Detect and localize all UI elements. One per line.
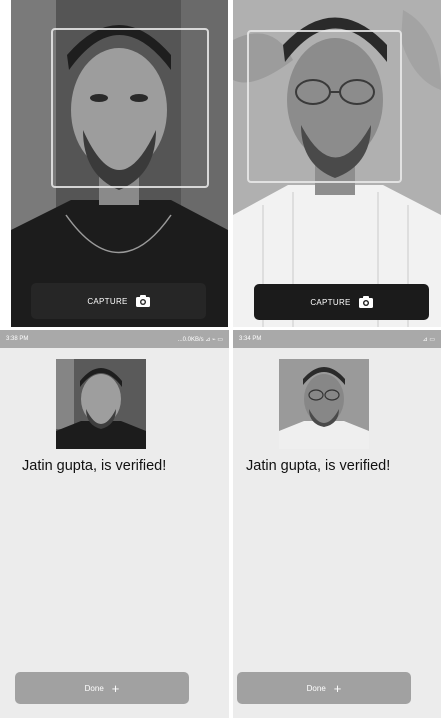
face-image <box>56 359 146 449</box>
status-indicators: ⊿ ▭ <box>422 336 435 343</box>
camera-icon <box>358 296 373 308</box>
plus-icon: + <box>111 680 120 696</box>
status-bar: 3:34 PM ⊿ ▭ <box>233 330 441 348</box>
captured-face-thumbnail <box>56 359 146 449</box>
camera-icon <box>135 295 150 307</box>
capture-screen-1: CAPTURE <box>11 0 228 327</box>
done-button-label: Done <box>84 683 104 693</box>
status-time: 3:34 PM <box>239 336 262 342</box>
captured-face-thumbnail <box>279 359 369 449</box>
face-image <box>279 359 369 449</box>
status-bar: 3:38 PM ...0.0KB/s ⊿ ⌁ ▭ <box>0 330 229 348</box>
face-detection-frame <box>51 28 209 188</box>
done-button[interactable]: Done + <box>237 672 411 704</box>
status-time: 3:38 PM <box>6 336 29 342</box>
done-button-label: Done <box>306 683 326 693</box>
status-indicators: ...0.0KB/s ⊿ ⌁ ▭ <box>177 336 223 343</box>
result-screen-2: 3:34 PM ⊿ ▭ Jatin gupta, is verified! Do… <box>233 330 441 718</box>
plus-icon: + <box>333 680 342 696</box>
capture-button[interactable]: CAPTURE <box>31 283 206 319</box>
capture-button-label: CAPTURE <box>310 297 351 307</box>
verified-message: Jatin gupta, is verified! <box>246 458 391 474</box>
verified-message: Jatin gupta, is verified! <box>22 458 167 474</box>
capture-button-label: CAPTURE <box>87 296 128 306</box>
capture-button[interactable]: CAPTURE <box>254 284 429 320</box>
capture-screen-2: CAPTURE <box>233 0 441 327</box>
done-button[interactable]: Done + <box>15 672 189 704</box>
result-screen-1: 3:38 PM ...0.0KB/s ⊿ ⌁ ▭ Jatin gupta, is… <box>0 330 229 718</box>
face-detection-frame <box>247 30 402 183</box>
